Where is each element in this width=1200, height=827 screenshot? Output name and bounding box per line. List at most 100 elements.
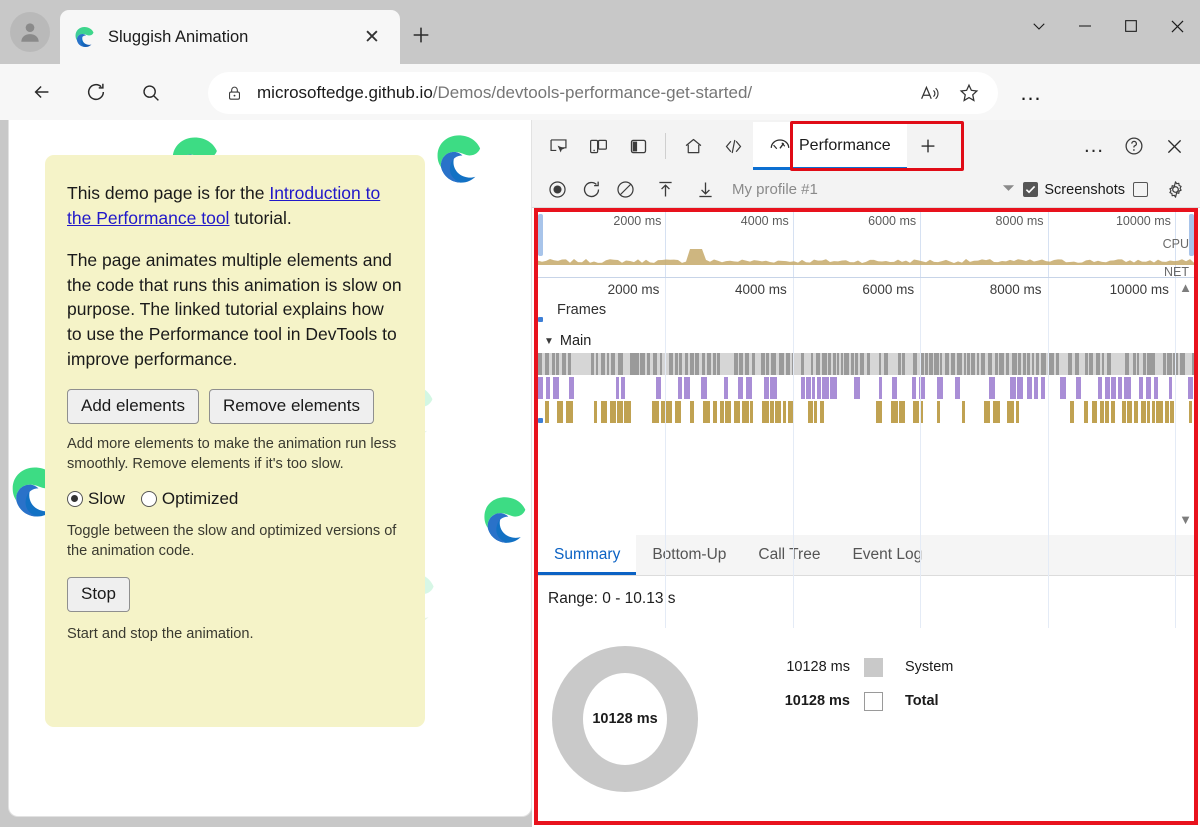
profile-dropdown-button[interactable] xyxy=(994,184,1023,196)
flame-chart-bar[interactable] xyxy=(690,353,695,375)
add-tool-button[interactable] xyxy=(907,122,949,170)
flame-chart-bar[interactable] xyxy=(652,353,658,375)
flame-chart-bar[interactable] xyxy=(678,353,682,375)
flame-chart-bar[interactable] xyxy=(925,353,928,375)
flame-chart-bar[interactable] xyxy=(1156,401,1163,423)
flame-chart-bar[interactable] xyxy=(770,377,778,399)
flame-chart-bar[interactable] xyxy=(843,353,849,375)
overview-window-right-handle[interactable] xyxy=(1189,214,1194,256)
flame-chart-bar[interactable] xyxy=(766,353,769,375)
flame-chart-bar[interactable] xyxy=(1048,353,1054,375)
radio-option-slow[interactable]: Slow xyxy=(67,489,125,509)
overview-window-left-handle[interactable] xyxy=(538,214,543,256)
scroll-down-button[interactable]: ▼ xyxy=(1179,512,1192,527)
flame-chart-bar[interactable] xyxy=(706,353,712,375)
flame-chart-bar[interactable] xyxy=(1036,353,1039,375)
flame-chart-bar[interactable] xyxy=(609,401,616,423)
flame-chart-bar[interactable] xyxy=(1017,353,1022,375)
flame-chart-bar[interactable] xyxy=(1147,353,1151,375)
flame-chart-bar[interactable] xyxy=(988,377,995,399)
flame-chart-bar[interactable] xyxy=(568,353,571,375)
favorite-button[interactable] xyxy=(952,76,986,110)
flame-chart-bar[interactable] xyxy=(854,377,861,399)
flame-chart-bar[interactable] xyxy=(778,353,784,375)
flame-chart-bar[interactable] xyxy=(593,401,598,423)
flame-chart-bar[interactable] xyxy=(551,353,556,375)
flame-chart-bar[interactable] xyxy=(1124,353,1130,375)
flame-chart-bar[interactable] xyxy=(934,353,939,375)
flame-chart-bar[interactable] xyxy=(782,401,786,423)
flame-chart-bar[interactable] xyxy=(717,353,721,375)
flame-chart-bar[interactable] xyxy=(810,353,813,375)
flame-chart-bar[interactable] xyxy=(1017,377,1024,399)
flame-chart-bar[interactable] xyxy=(694,353,700,375)
browser-tab[interactable]: Sluggish Animation ✕ xyxy=(60,10,400,64)
welcome-home-button[interactable] xyxy=(673,126,713,166)
minimize-button[interactable] xyxy=(1062,0,1108,52)
flame-chart-bar[interactable] xyxy=(800,377,805,399)
flame-chart-bar[interactable] xyxy=(808,401,813,423)
flame-chart-bar[interactable] xyxy=(646,353,651,375)
flame-chart-bar[interactable] xyxy=(1132,353,1136,375)
flame-chart-bar[interactable] xyxy=(1070,401,1074,423)
flame-chart-bar[interactable] xyxy=(1007,401,1014,423)
flame-chart-bar[interactable] xyxy=(556,353,559,375)
flame-chart-bar[interactable] xyxy=(668,353,674,375)
flame-chart-bar[interactable] xyxy=(832,353,836,375)
dock-side-button[interactable] xyxy=(618,126,658,166)
flame-chart-bar[interactable] xyxy=(1031,353,1035,375)
flame-chart-bar[interactable] xyxy=(713,353,717,375)
flame-chart-bar[interactable] xyxy=(738,377,743,399)
detail-tab-call-tree[interactable]: Call Tree xyxy=(742,534,836,575)
flame-chart-bar[interactable] xyxy=(1151,353,1155,375)
flame-chart-bar[interactable] xyxy=(1151,401,1155,423)
flame-chart-bar[interactable] xyxy=(970,353,976,375)
browser-settings-button[interactable]: … xyxy=(1012,74,1050,112)
flame-chart[interactable] xyxy=(538,353,1196,423)
flame-chart-bar[interactable] xyxy=(651,401,659,423)
flame-chart-bar[interactable] xyxy=(749,401,754,423)
flame-chart-bar[interactable] xyxy=(805,377,811,399)
flame-chart-bar[interactable] xyxy=(867,353,871,375)
flame-chart-bar[interactable] xyxy=(840,353,844,375)
flame-chart-bar[interactable] xyxy=(1010,377,1016,399)
flame-chart-bar[interactable] xyxy=(742,401,749,423)
reload-and-record-button[interactable] xyxy=(574,175,608,205)
flame-chart-bar[interactable] xyxy=(738,353,744,375)
flame-chart-bar[interactable] xyxy=(1170,401,1175,423)
flame-chart-bar[interactable] xyxy=(961,401,965,423)
flame-chart-bar[interactable] xyxy=(752,353,756,375)
flame-chart-bar[interactable] xyxy=(830,377,837,399)
flame-chart-bar[interactable] xyxy=(813,401,818,423)
flame-chart-bar[interactable] xyxy=(1106,353,1111,375)
flame-chart-bar[interactable] xyxy=(822,353,828,375)
flame-chart-bar[interactable] xyxy=(1027,353,1030,375)
flame-chart-bar[interactable] xyxy=(544,353,550,375)
flame-chart-bar[interactable] xyxy=(1067,353,1072,375)
tab-actions-menu-button[interactable] xyxy=(1016,0,1062,52)
flame-chart-bar[interactable] xyxy=(552,377,560,399)
radio-optimized-input[interactable] xyxy=(140,491,157,508)
flame-chart-bar[interactable] xyxy=(596,353,599,375)
flame-chart-bar[interactable] xyxy=(860,353,865,375)
flame-chart-bar[interactable] xyxy=(929,353,934,375)
flame-chart-bar[interactable] xyxy=(817,377,821,399)
flame-chart-bar[interactable] xyxy=(702,353,705,375)
flame-chart-bar[interactable] xyxy=(659,353,662,375)
flame-chart-bar[interactable] xyxy=(1041,377,1045,399)
flame-chart-bar[interactable] xyxy=(1124,377,1131,399)
flame-chart-bar[interactable] xyxy=(606,353,609,375)
flame-chart-bar[interactable] xyxy=(1147,401,1151,423)
save-profile-button[interactable] xyxy=(688,175,722,205)
flame-chart-bar[interactable] xyxy=(1153,377,1159,399)
timeline-overview[interactable]: 2000 ms 4000 ms 6000 ms 8000 ms 10000 ms CPU… xyxy=(538,212,1194,279)
flame-chart-bar[interactable] xyxy=(656,377,662,399)
help-button[interactable] xyxy=(1114,126,1154,166)
flame-chart-bar[interactable] xyxy=(815,353,820,375)
flame-chart-row[interactable] xyxy=(538,401,1193,423)
flame-chart-bar[interactable] xyxy=(1110,401,1115,423)
flame-chart-bar[interactable] xyxy=(1111,377,1117,399)
flame-chart-bar[interactable] xyxy=(733,353,738,375)
more-tools-button[interactable]: … xyxy=(1074,126,1114,166)
stop-button[interactable]: Stop xyxy=(67,576,130,612)
